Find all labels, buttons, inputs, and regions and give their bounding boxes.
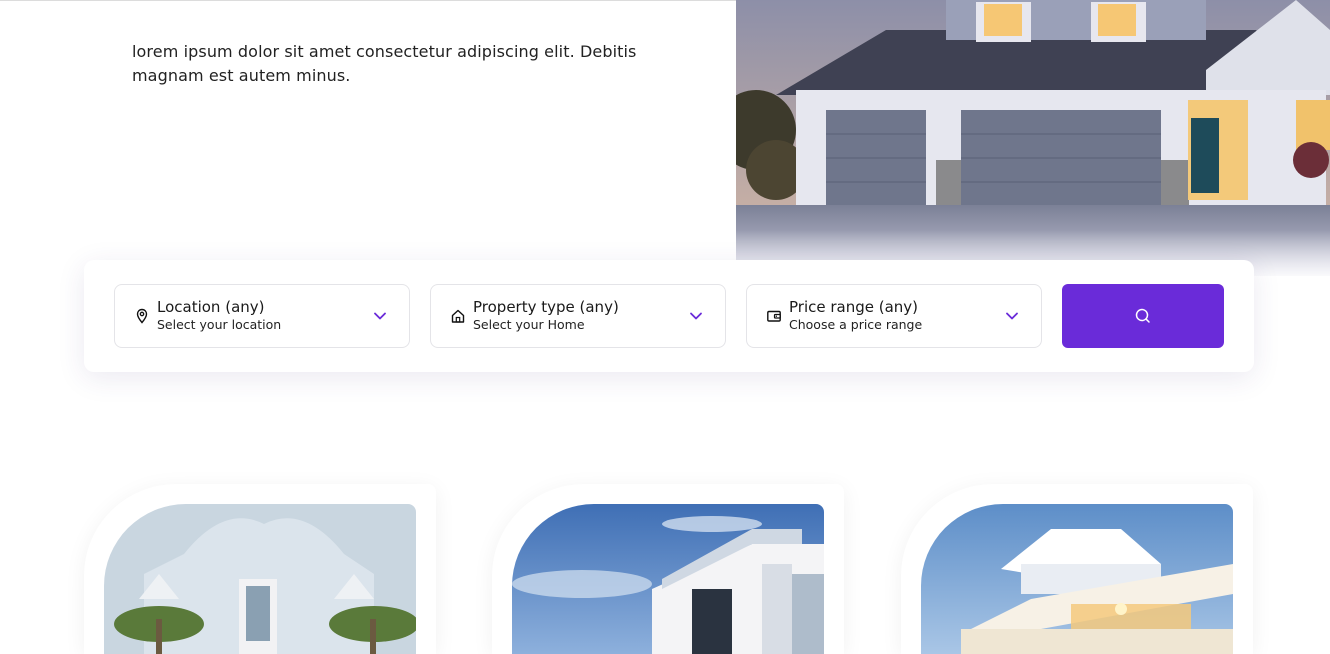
hero-house-image (736, 0, 1330, 276)
property-type-subtitle: Select your Home (473, 317, 585, 332)
home-icon (450, 308, 466, 324)
map-pin-icon (134, 308, 150, 324)
location-select[interactable]: Location (any) Select your location (114, 284, 410, 348)
listing-card[interactable] (492, 484, 844, 654)
chevron-down-icon (373, 309, 387, 323)
price-range-select[interactable]: Price range (any) Choose a price range (746, 284, 1042, 348)
search-icon (1135, 308, 1150, 323)
listing-photo (921, 504, 1233, 654)
chevron-down-icon (689, 309, 703, 323)
price-range-title: Price range (any) (789, 298, 919, 316)
listing-photo (512, 504, 824, 654)
price-range-subtitle: Choose a price range (789, 317, 923, 332)
property-type-select[interactable]: Property type (any) Select your Home (430, 284, 726, 348)
chevron-down-icon (1005, 309, 1019, 323)
property-type-title: Property type (any) (473, 298, 619, 316)
wallet-icon (766, 308, 782, 324)
location-title: Location (any) (157, 298, 265, 316)
search-button[interactable] (1062, 284, 1224, 348)
location-subtitle: Select your location (157, 317, 282, 332)
hero-description: lorem ipsum dolor sit amet consectetur a… (132, 42, 637, 85)
listing-card[interactable] (901, 484, 1253, 654)
listing-card[interactable] (84, 484, 436, 654)
property-search-bar: Location (any) Select your location Prop… (84, 260, 1254, 372)
listing-photo (104, 504, 416, 654)
